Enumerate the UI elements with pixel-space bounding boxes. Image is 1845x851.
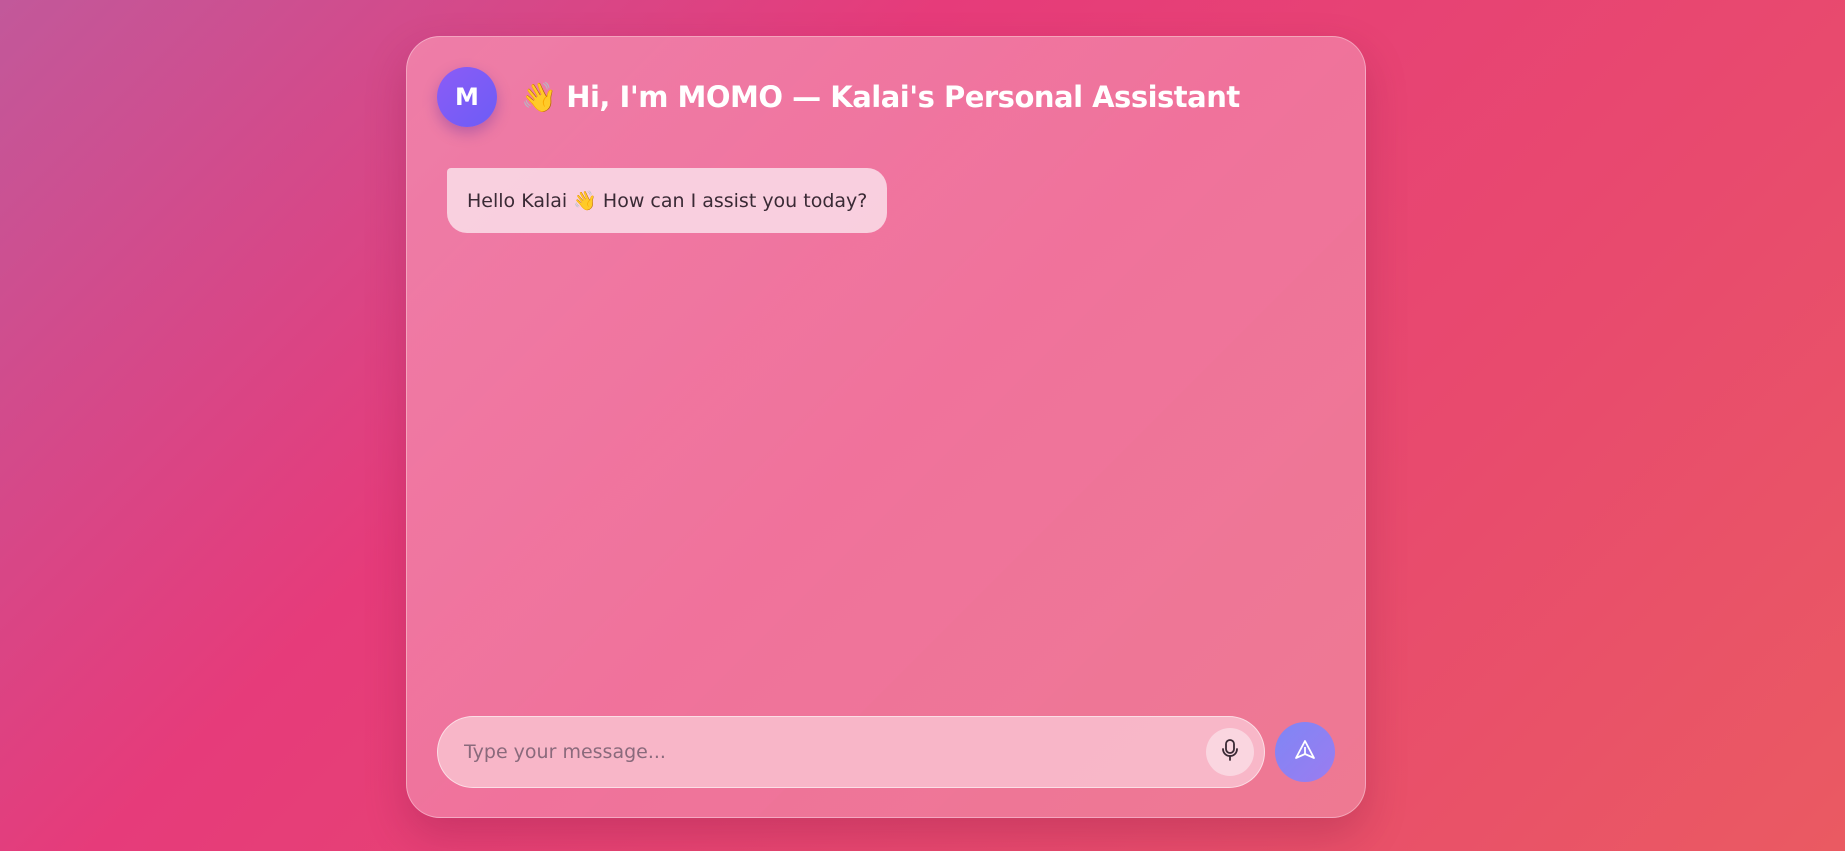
message-input[interactable] xyxy=(464,741,1206,763)
message-list: Hello Kalai 👋 How can I assist you today… xyxy=(447,168,1325,233)
mic-button[interactable] xyxy=(1206,728,1254,776)
assistant-message-bubble: Hello Kalai 👋 How can I assist you today… xyxy=(447,168,888,233)
microphone-icon xyxy=(1220,738,1240,766)
send-button[interactable] xyxy=(1275,722,1335,782)
avatar: M xyxy=(437,67,497,127)
avatar-letter: M xyxy=(455,83,479,111)
chat-window: M 👋 Hi, I'm MOMO — Kalai's Personal Assi… xyxy=(406,36,1366,818)
message-input-wrapper xyxy=(437,716,1265,788)
composer xyxy=(437,716,1335,788)
send-icon xyxy=(1293,738,1317,766)
page-title: 👋 Hi, I'm MOMO — Kalai's Personal Assist… xyxy=(521,79,1240,114)
chat-header: M 👋 Hi, I'm MOMO — Kalai's Personal Assi… xyxy=(437,67,1240,127)
